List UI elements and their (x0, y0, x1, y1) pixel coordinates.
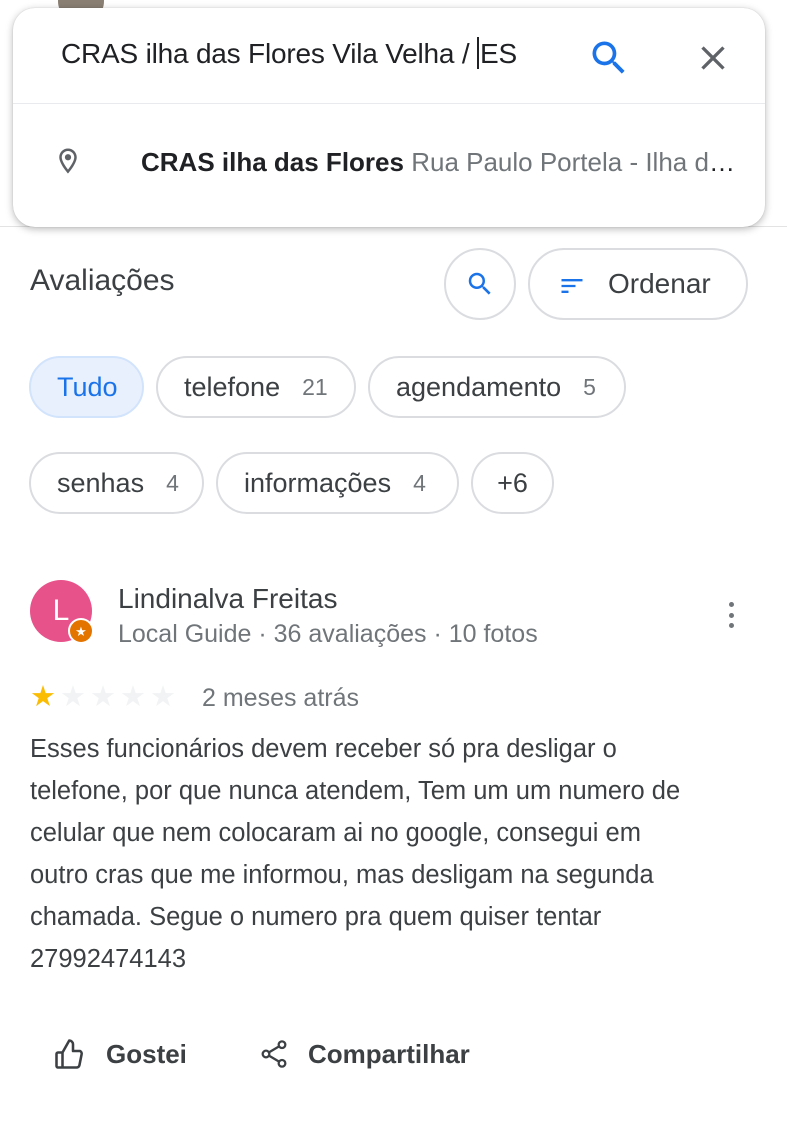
avatar-letter: L (52, 594, 70, 627)
chip-count: 21 (302, 373, 328, 400)
chip-label: +6 (497, 467, 528, 498)
search-icon (468, 272, 491, 295)
suggestion-text: CRAS ilha das Flores Rua Paulo Portela -… (141, 147, 737, 178)
chip-label: senhas (57, 467, 145, 498)
chip-label: informações (244, 467, 392, 498)
search-bar: CRAS ilha das Flores Vila Velha / ES (13, 8, 765, 104)
search-input[interactable]: CRAS ilha das Flores Vila Velha / ES (61, 37, 517, 70)
close-icon (701, 46, 725, 70)
reviewer-name[interactable]: Lindinalva Freitas (118, 583, 337, 615)
filter-chip-informacoes[interactable]: informações 4 (216, 452, 459, 514)
like-button[interactable]: Gostei (52, 1034, 187, 1074)
share-icon (261, 1040, 287, 1068)
chip-label: Tudo (57, 371, 118, 402)
sort-label: Ordenar (608, 268, 711, 299)
thumb-up-icon (55, 1039, 83, 1069)
rating-stars: ★ ★ ★ ★ ★ (30, 683, 176, 712)
clear-search-button[interactable] (693, 38, 733, 78)
local-guide-star-icon: ★ (68, 618, 94, 644)
search-suggestion[interactable]: CRAS ilha das Flores Rua Paulo Portela -… (13, 105, 765, 227)
sort-icon (561, 279, 583, 293)
search-query-tail: ES (480, 38, 517, 69)
share-button[interactable]: Compartilhar (258, 1034, 470, 1074)
filter-chip-tudo[interactable]: Tudo (29, 356, 144, 418)
chip-label: agendamento (396, 371, 562, 402)
chip-count: 4 (166, 469, 179, 496)
chip-count: 5 (583, 373, 596, 400)
filter-chip-more[interactable]: +6 (471, 452, 554, 514)
star-icon: ★ (90, 681, 116, 713)
like-label: Gostei (106, 1038, 187, 1069)
location-pin-icon (59, 148, 77, 174)
sort-button[interactable]: Ordenar (528, 248, 748, 320)
more-options-button[interactable] (716, 598, 746, 632)
filter-chip-agendamento[interactable]: agendamento 5 (368, 356, 626, 418)
share-label: Compartilhar (308, 1038, 470, 1069)
suggestion-name: CRAS ilha das Flores (141, 147, 404, 177)
search-reviews-button[interactable] (444, 248, 516, 320)
reviewer-meta: Local Guide · 36 avaliações · 10 fotos (118, 620, 538, 648)
chip-label: telefone (184, 371, 281, 402)
search-query-text: CRAS ilha das Flores Vila Velha / (61, 38, 478, 69)
text-caret (477, 37, 480, 69)
star-icon: ★ (150, 681, 176, 713)
filter-chip-telefone[interactable]: telefone 21 (156, 356, 356, 418)
search-icon (592, 41, 625, 74)
search-button[interactable] (587, 36, 631, 80)
suggestion-address: Rua Paulo Portela - Ilha das Flores, Vil… (411, 147, 737, 177)
star-icon: ★ (60, 681, 86, 713)
chip-count: 4 (413, 469, 426, 496)
star-icon: ★ (30, 681, 56, 713)
more-vert-icon (728, 602, 734, 607)
review-text: Esses funcionários devem receber só pra … (30, 735, 681, 973)
reviews-heading: Avaliações (30, 264, 175, 297)
star-icon: ★ (120, 681, 146, 713)
filter-chip-senhas[interactable]: senhas 4 (29, 452, 204, 514)
search-card: CRAS ilha das Flores Vila Velha / ES CRA… (13, 8, 765, 227)
review-date: 2 meses atrás (202, 684, 360, 712)
